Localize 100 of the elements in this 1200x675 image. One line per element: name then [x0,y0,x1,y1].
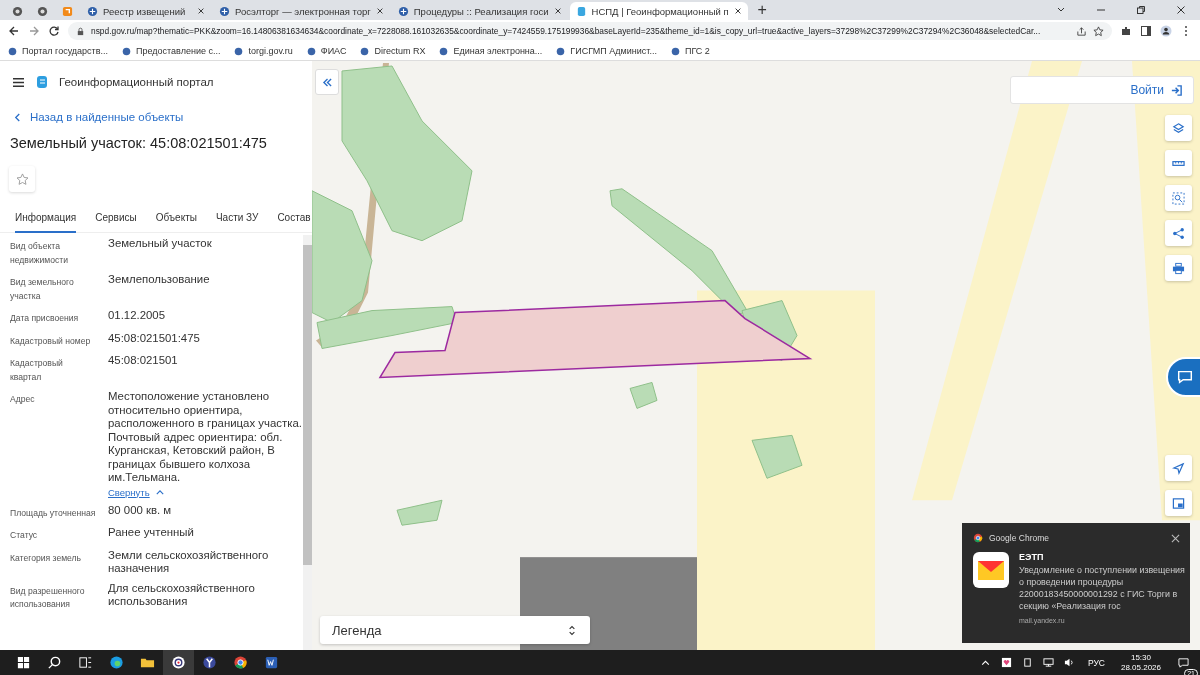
bookmark[interactable]: ФИАС [306,46,347,56]
map-logo-icon [575,5,587,17]
bookmark[interactable]: Directum RX [360,46,426,56]
notification-center-icon[interactable] [1178,656,1189,668]
side-panel-icon[interactable] [1140,25,1152,37]
chrome-icon [973,533,983,543]
legend-dropdown[interactable]: Легенда [320,616,590,644]
browser-tab[interactable]: Росэлторг — электронная торг [213,2,390,20]
picture-in-picture-icon [1172,496,1185,510]
address-bar[interactable]: nspd.gov.ru/map?thematic=PKK&zoom=16.14806381634634&coordinate_x=7228088.161032635&coordinate_y=7424559.175199936&baseLayerId=235&theme_id=1&is_copy_url=true&active_layers=37298%2C37299%2C37294%2C36048&selectedCar... [68,22,1112,40]
map-drawing[interactable] [312,61,1200,650]
property-label: Дата присвоения [10,312,80,325]
info-tab[interactable]: Информация [15,203,77,233]
globe-icon [12,5,23,17]
tray-app-icon[interactable] [1000,657,1012,668]
info-tab[interactable]: Состав [277,203,311,233]
chevron-up-icon [155,489,164,495]
bookmark[interactable]: Единая электронна... [439,46,543,56]
bookmark-icon [360,46,370,56]
chat-icon [1176,368,1194,386]
browser-tab[interactable]: Процедуры :: Реализация госи [391,2,568,20]
bookmark[interactable]: Предоставление с... [122,46,221,56]
info-tab[interactable]: Сервисы [95,203,137,233]
close-icon[interactable] [375,7,384,15]
clock[interactable]: 15:30 28.05.2026 [1120,652,1161,673]
login-button[interactable]: Войти [1010,76,1194,104]
layers-icon [1172,121,1185,135]
search-icon [1172,191,1185,205]
close-icon[interactable] [553,7,562,15]
profile-icon[interactable] [1160,25,1172,37]
close-icon[interactable] [1176,5,1186,15]
puzzle-icon[interactable] [1120,25,1132,37]
bookmark[interactable]: Портал государств... [8,46,109,56]
usb-device-icon[interactable] [1021,657,1033,668]
property-value: Землепользование [108,273,211,287]
object-heading: Земельный участок: 45:08:021501:475 [10,135,268,151]
bookmark-icon [8,46,17,56]
mail-icon [973,552,1009,588]
bookmark-icon [670,46,680,56]
browser-tab[interactable]: Реестр извещений [81,2,211,20]
reload-icon[interactable] [48,25,60,37]
layers-button[interactable] [1165,115,1192,141]
new-tab-button[interactable]: + [749,1,775,19]
share-button[interactable] [1165,220,1192,246]
property-value: Земельный участок [108,237,213,251]
bookmark-icon [439,46,449,56]
app-icon[interactable] [163,650,194,675]
property-label: Статус [10,529,39,542]
volume-icon[interactable] [1063,657,1075,668]
bookmark[interactable]: torgi.gov.ru [234,46,293,56]
info-tab[interactable]: Объекты [155,203,197,233]
browser-tab[interactable]: НСПД | Геоинформационный п [569,2,748,20]
chevron-up-icon[interactable] [979,657,991,668]
bookmark[interactable]: ПГС 2 [670,46,710,56]
property-value: 45:08:021501:475 [108,331,201,345]
bookmark-icon [556,46,566,56]
emblem-icon [219,5,230,17]
back-link[interactable]: Назад в найденные объекты [0,89,198,123]
locate-button[interactable] [1165,455,1192,481]
property-label: Вид земельного участка [10,276,75,303]
notification-message: Уведомление о поступлении извещения о проведении процедуры 22000183450000001292 с ГИС Торги в секцию «Реализация гос [1019,564,1185,612]
close-icon[interactable] [1171,533,1180,543]
share-icon[interactable] [1076,25,1087,37]
login-icon [1170,83,1183,97]
scrollbar[interactable] [303,235,312,650]
menu-icon[interactable] [12,76,25,88]
property-value: 01.12.2005 [108,309,166,323]
share-icon [1172,226,1185,240]
bookmark-icon [122,46,132,56]
notification-title: ЕЭТП [1019,552,1045,562]
bookmark-icon [306,46,316,56]
info-tab[interactable]: Части ЗУ [215,203,259,233]
property-value: 45:08:021501 [108,354,179,368]
language-indicator[interactable]: РУС [1087,657,1105,668]
property-value: Для сельскохозяйственного использования [108,581,256,609]
minimap-button[interactable] [1165,490,1192,516]
property-label: Вид разрешенного использования [10,584,86,611]
measure-button[interactable] [1165,150,1192,176]
close-icon[interactable] [197,7,205,15]
navigation-arrow-icon [1172,461,1185,475]
restore-icon[interactable] [1136,5,1146,15]
emblem-icon [87,5,98,17]
print-button[interactable] [1165,255,1192,281]
notification-app-name: Google Chrome [989,533,1049,543]
collapse-panel-button[interactable] [315,69,339,95]
property-value: 80 000 кв. м [108,503,173,517]
globe-icon [37,5,48,17]
portal-logo-icon [35,75,49,89]
collapse-link[interactable]: Свернуть [108,486,164,498]
network-icon[interactable] [1042,657,1054,668]
star-icon [15,172,29,186]
back-icon[interactable] [8,25,20,37]
bookmark-icon [234,46,244,56]
lock-icon [76,26,85,36]
star-icon[interactable] [1093,25,1104,37]
forward-icon[interactable] [28,25,40,37]
double-chevron-left-icon [321,77,333,87]
close-icon[interactable] [733,7,742,15]
bookmark[interactable]: ГИСГМП Админист... [556,46,657,56]
property-value: Ранее учтенный [108,526,195,540]
